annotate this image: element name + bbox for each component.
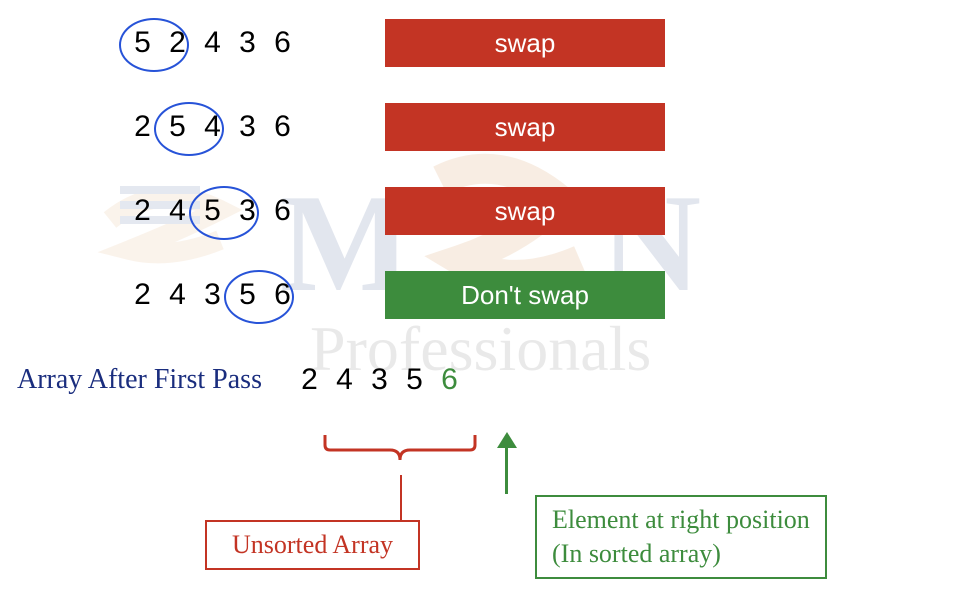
step-row-1: 52436 swap [15,15,950,71]
comparison-circle [189,186,259,240]
array-value: 4 [195,26,230,60]
array-step-2: 25436 [125,110,325,144]
array-value-sorted: 6 [432,363,467,397]
array-value: 6 [265,26,300,60]
step-row-4: 24356 Don't swap [15,267,950,323]
comparison-circle [154,102,224,156]
array-value: 4 [160,278,195,312]
array-value: 6 [265,110,300,144]
array-value: 4 [327,363,362,397]
array-value: 2 [125,278,160,312]
action-swap: swap [385,19,665,67]
array-value: 3 [230,110,265,144]
array-value: 2 [125,194,160,228]
array-step-4: 24356 [125,278,325,312]
array-step-1: 52436 [125,26,325,60]
array-value: 3 [362,363,397,397]
array-step-3: 24536 [125,194,325,228]
comparison-circle [224,270,294,324]
comparison-circle [119,18,189,72]
sorted-label-box: Element at right position (In sorted arr… [535,495,827,579]
brace-connector-line [400,475,402,520]
unsorted-brace-icon [320,430,480,470]
action-swap: swap [385,187,665,235]
array-value: 2 [292,363,327,397]
sorted-label-line2: (In sorted array) [552,537,810,571]
result-row: Array After First Pass 24356 [15,363,950,397]
array-value: 6 [265,194,300,228]
array-value: 5 [397,363,432,397]
arrow-line [505,442,508,494]
step-row-2: 25436 swap [15,99,950,155]
result-array: 24356 [292,363,467,397]
unsorted-label: Unsorted Array [232,530,393,559]
action-noswap: Don't swap [385,271,665,319]
unsorted-label-box: Unsorted Array [205,520,420,570]
array-value: 3 [230,26,265,60]
sorted-label-line1: Element at right position [552,503,810,537]
action-swap: swap [385,103,665,151]
step-row-3: 24536 swap [15,183,950,239]
result-label: Array After First Pass [17,364,262,396]
